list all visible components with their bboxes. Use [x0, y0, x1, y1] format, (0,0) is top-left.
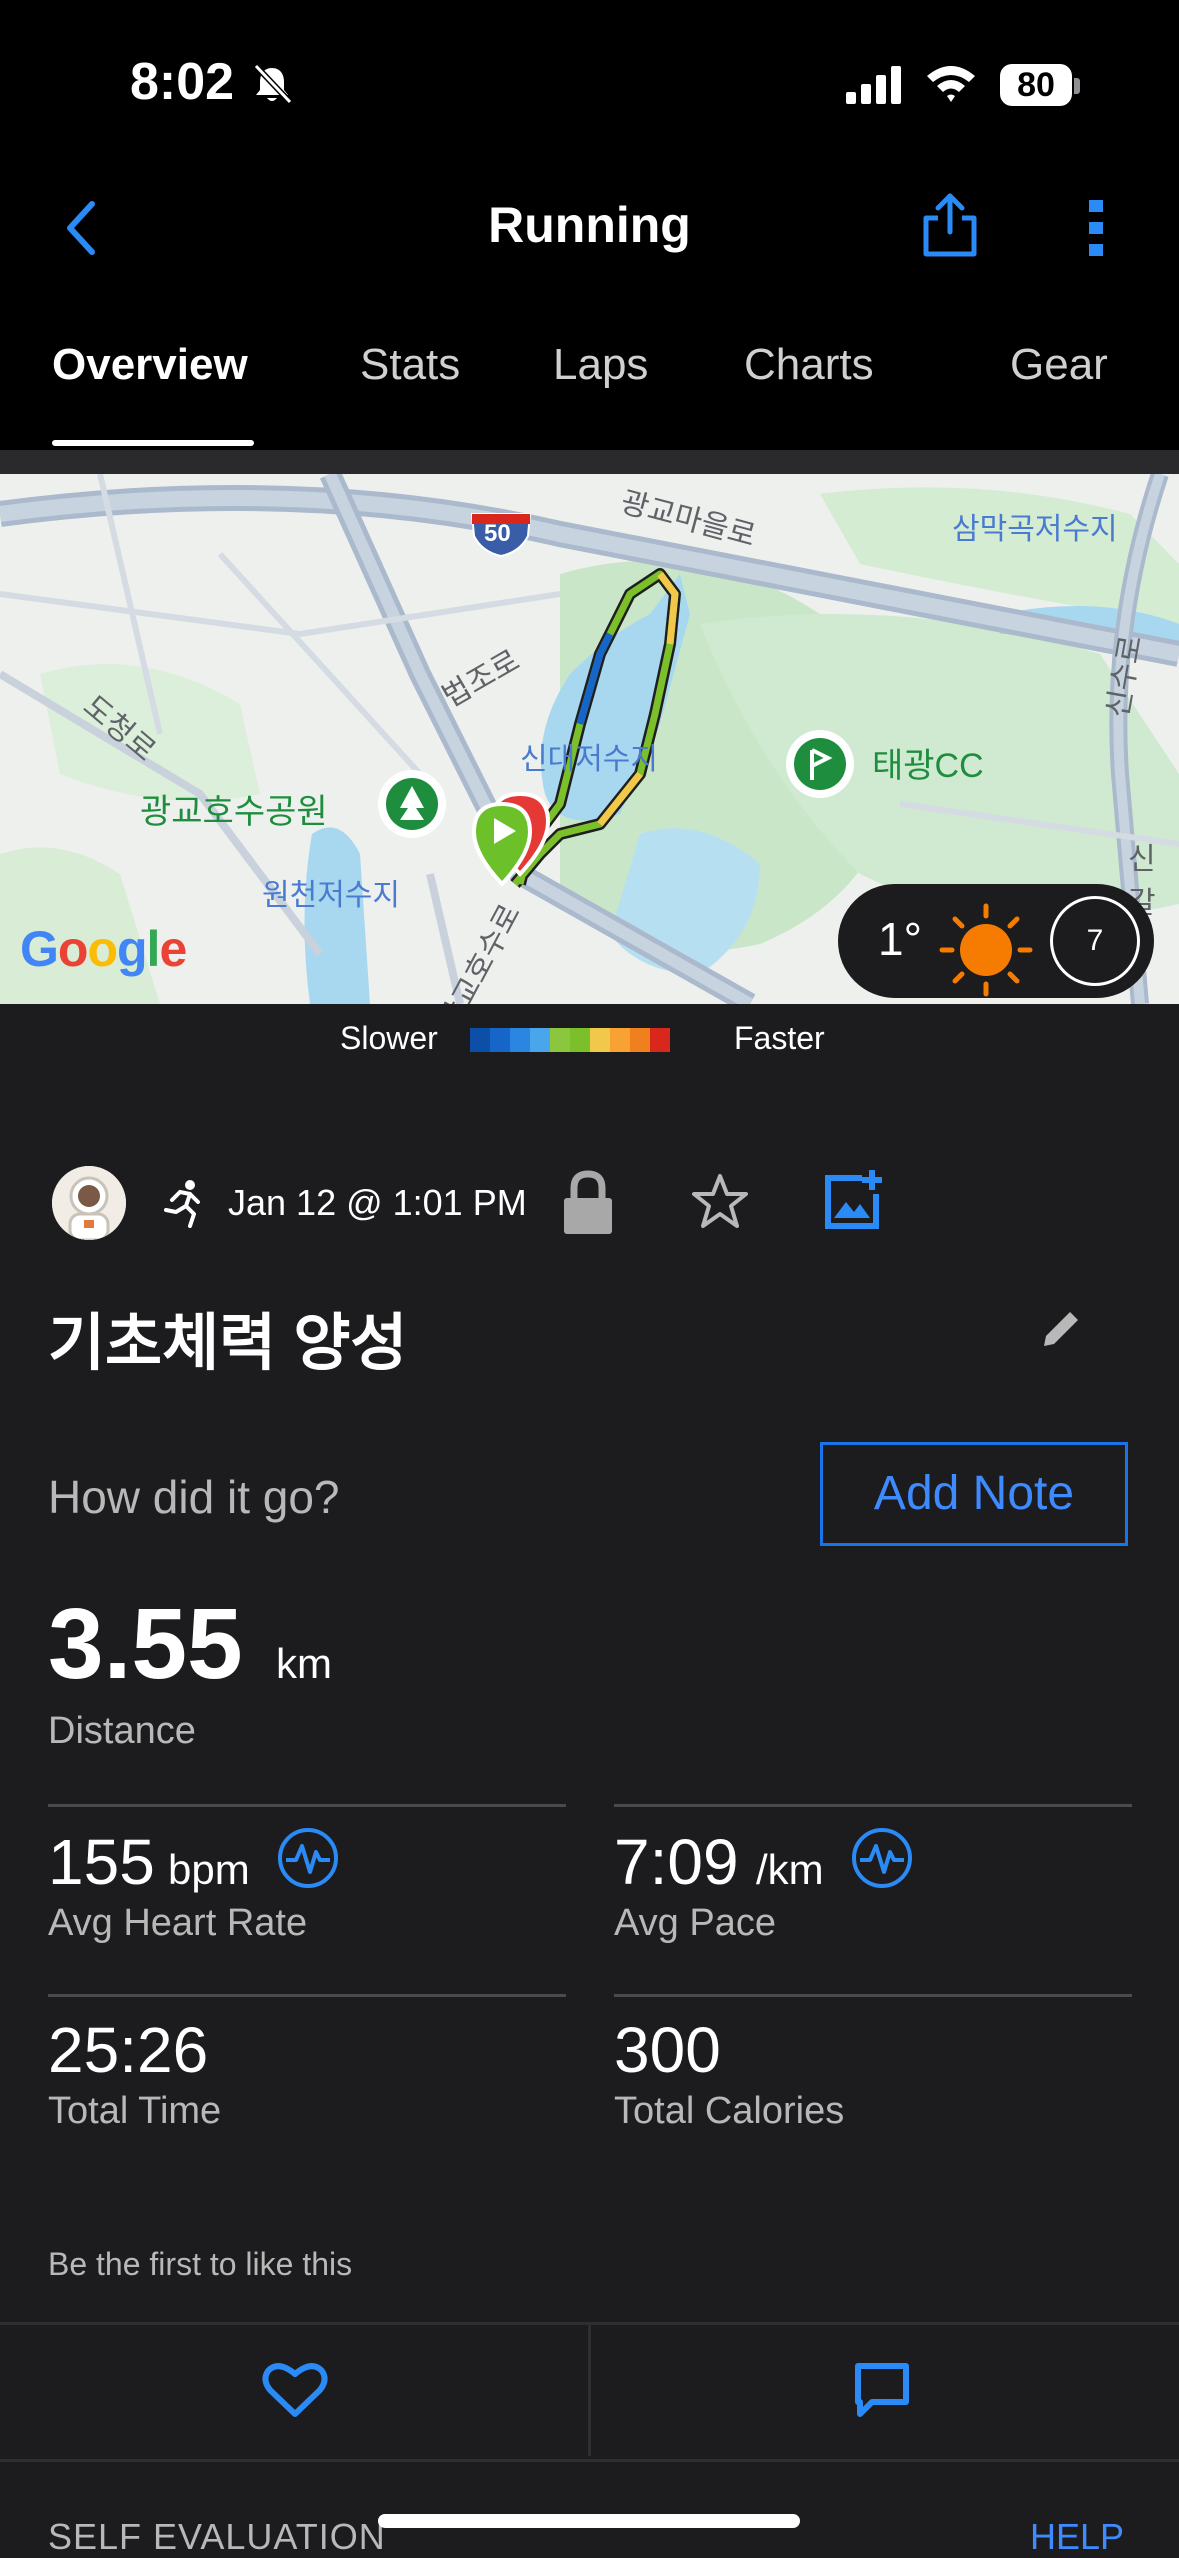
pace-swatch-4 [550, 1028, 570, 1052]
heart-rate-chart-icon[interactable] [276, 1826, 340, 1890]
tab-overview[interactable]: Overview [52, 340, 248, 390]
add-note-button[interactable]: Add Note [820, 1442, 1128, 1546]
cellular-signal-icon [846, 66, 901, 104]
pace-swatch-6 [590, 1028, 610, 1052]
astronaut-avatar-icon [52, 1166, 126, 1240]
distance-unit: km [276, 1640, 332, 1687]
tab-stats[interactable]: Stats [360, 340, 460, 390]
pace-swatch-3 [530, 1028, 550, 1052]
note-prompt: How did it go? [48, 1471, 340, 1523]
distance-label: Distance [48, 1710, 196, 1752]
legend-faster: Faster [734, 1020, 825, 1056]
heart-rate-unit: bpm [168, 1846, 250, 1893]
battery-icon: 80 [1000, 64, 1072, 106]
stat-divider [614, 1804, 1132, 1807]
pace-swatch-8 [630, 1028, 650, 1052]
pace-swatch-1 [490, 1028, 510, 1052]
avatar[interactable] [52, 1166, 126, 1240]
home-indicator[interactable] [378, 2514, 800, 2528]
distance-value: 3.55 [48, 1588, 243, 1700]
add-photo-icon[interactable] [822, 1168, 886, 1232]
stat-divider [614, 1994, 1132, 1997]
pace-swatch-2 [510, 1028, 530, 1052]
pace-swatch-7 [610, 1028, 630, 1052]
total-time-value: 25:26 [48, 2014, 209, 2086]
edit-pencil-icon[interactable] [1040, 1306, 1084, 1350]
likes-text: Be the first to like this [48, 2246, 353, 2282]
map-label-route-50: 50 [484, 520, 511, 547]
activity-name: 기초체력 양성 [48, 1309, 408, 1378]
wifi-icon [927, 66, 975, 102]
battery-tip [1074, 78, 1080, 94]
legend-slower: Slower [340, 1020, 438, 1056]
pace-chart-icon[interactable] [850, 1826, 914, 1890]
total-time-label: Total Time [48, 2090, 222, 2132]
more-vertical-icon[interactable] [1085, 198, 1107, 258]
active-tab-indicator [52, 440, 254, 446]
share-icon[interactable] [918, 190, 982, 258]
action-divider [588, 2322, 591, 2456]
map-label-reservoir-west: 원천저수지 [262, 879, 400, 912]
sun-icon [939, 903, 1033, 997]
wind-speed-icon: 7 [1050, 896, 1140, 986]
help-link[interactable]: HELP [1030, 2516, 1124, 2558]
pace-swatch-5 [570, 1028, 590, 1052]
pace-swatch-9 [650, 1028, 670, 1052]
map-label-golf-course: 태광CC [872, 747, 984, 785]
tab-charts[interactable]: Charts [744, 340, 874, 390]
stat-divider [48, 1994, 566, 1997]
tab-laps[interactable]: Laps [553, 340, 648, 390]
page-title: Running [488, 197, 691, 253]
tab-gear[interactable]: Gear [1010, 340, 1108, 390]
status-time: 8:02 [130, 53, 235, 111]
stat-divider [48, 1804, 566, 1807]
calories-value: 300 [614, 2014, 721, 2086]
star-icon[interactable] [690, 1172, 750, 1232]
running-icon [164, 1180, 200, 1228]
like-heart-icon[interactable] [262, 2360, 328, 2420]
comment-icon[interactable] [852, 2360, 912, 2420]
calories-label: Total Calories [614, 2090, 845, 2132]
pace-color-scale [470, 1028, 670, 1052]
silent-bell-icon [253, 63, 293, 105]
pace-label: Avg Pace [614, 1902, 776, 1944]
section-divider [0, 450, 1179, 474]
map-label-reservoir-center: 신대저수지 [520, 743, 658, 776]
pace-unit: /km [756, 1846, 824, 1893]
pace-swatch-0 [470, 1028, 490, 1052]
pace-value: 7:09 [614, 1826, 739, 1898]
heart-rate-value: 155 [48, 1826, 155, 1898]
google-logo: Google [20, 921, 187, 977]
self-evaluation-heading: SELF EVALUATION [48, 2516, 386, 2557]
activity-date: Jan 12 @ 1:01 PM [228, 1182, 527, 1223]
map-label-reservoir-ne: 삼막곡저수지 [952, 513, 1118, 546]
map-label-lake-park: 광교호수공원 [140, 793, 328, 831]
heart-rate-label: Avg Heart Rate [48, 1902, 308, 1944]
weather-temperature: 1° [878, 913, 922, 965]
lock-icon[interactable] [560, 1170, 616, 1236]
